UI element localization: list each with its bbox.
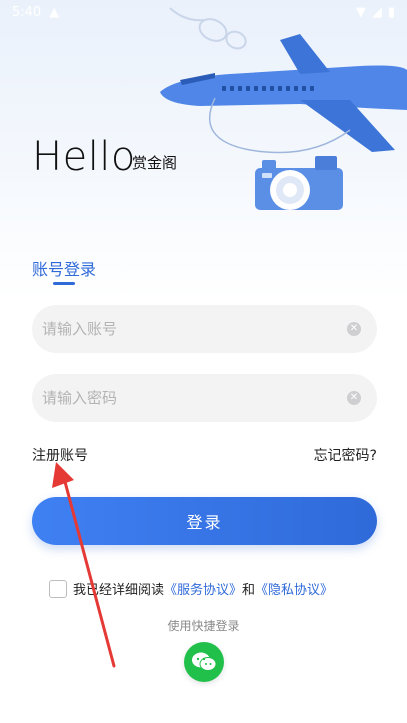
status-bar: 5:40 ▲ ▼ ◢ ▮ bbox=[0, 0, 407, 24]
wechat-icon bbox=[192, 652, 217, 671]
password-input[interactable] bbox=[42, 389, 347, 407]
signal-icon: ◢ bbox=[371, 4, 382, 20]
account-field[interactable]: ✕ bbox=[32, 305, 377, 353]
service-agreement-link[interactable]: 《服务协议》 bbox=[164, 579, 242, 598]
wifi-icon: ▼ bbox=[355, 4, 366, 20]
battery-icon: ▮ bbox=[387, 4, 395, 20]
hero-banner: 5:40 ▲ ▼ ◢ ▮ Hello 赏金阁 bbox=[0, 0, 407, 300]
forgot-password-link[interactable]: 忘记密码? bbox=[314, 445, 377, 465]
clear-password-icon[interactable]: ✕ bbox=[347, 391, 361, 405]
status-time: 5:40 bbox=[12, 4, 42, 20]
agreement-and: 和 bbox=[242, 583, 256, 598]
clear-account-icon[interactable]: ✕ bbox=[347, 322, 361, 336]
brand-name: 赏金阁 bbox=[132, 154, 178, 172]
camera-icon bbox=[255, 156, 343, 210]
password-field[interactable]: ✕ bbox=[32, 374, 377, 422]
login-button[interactable]: 登录 bbox=[32, 497, 377, 545]
airplane-icon bbox=[160, 34, 407, 152]
agreement-checkbox[interactable] bbox=[49, 579, 67, 598]
agreement-row: 我已经详细阅读 《服务协议》 和 《隐私协议》 bbox=[49, 579, 333, 598]
greeting-title: Hello bbox=[32, 134, 136, 180]
quick-login-label: 使用快捷登录 bbox=[167, 619, 240, 633]
account-links: 注册账号 忘记密码? bbox=[32, 445, 377, 465]
tab-account-login[interactable]: 账号登录 bbox=[32, 256, 96, 280]
tab-indicator bbox=[53, 282, 75, 285]
notification-icon: ▲ bbox=[49, 4, 60, 20]
agreement-prefix: 我已经详细阅读 bbox=[73, 583, 165, 598]
account-input[interactable] bbox=[42, 320, 347, 338]
wechat-login-button[interactable] bbox=[184, 642, 224, 682]
privacy-agreement-link[interactable]: 《隐私协议》 bbox=[255, 579, 333, 598]
register-link[interactable]: 注册账号 bbox=[32, 445, 88, 465]
